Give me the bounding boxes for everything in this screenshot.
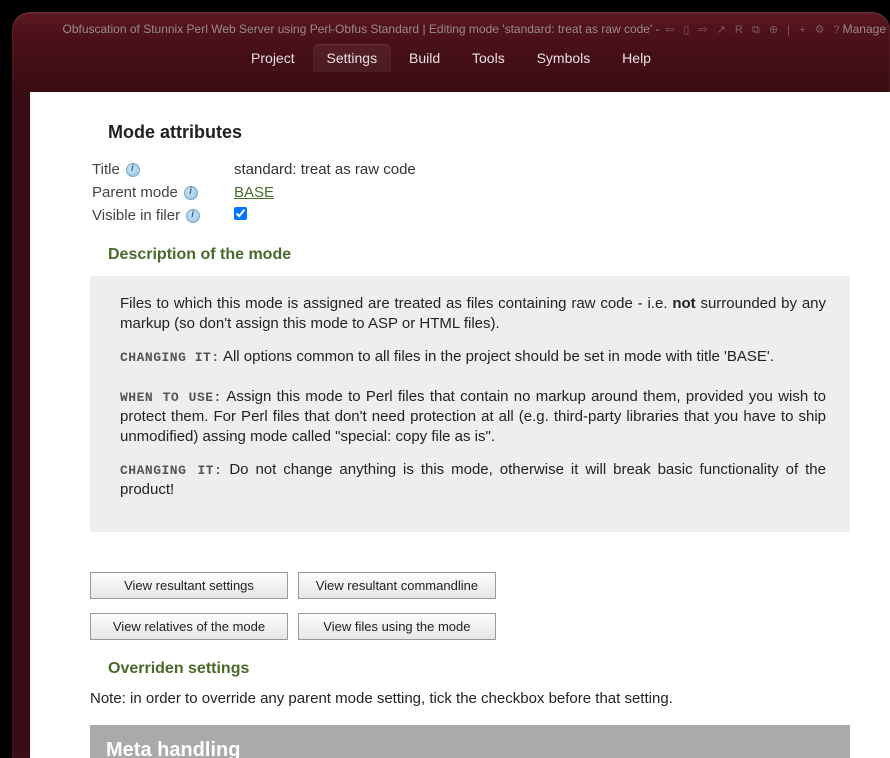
info-icon[interactable] [186, 209, 200, 223]
parent-mode-label: Parent mode [92, 184, 178, 201]
visible-in-filer-label: Visible in filer [92, 207, 180, 224]
nav-sep-icon: | [785, 24, 793, 36]
nav-back-icon[interactable]: ⇦ [663, 23, 677, 36]
view-files-using-mode-button[interactable]: View files using the mode [298, 613, 496, 640]
view-resultant-commandline-button[interactable]: View resultant commandline [298, 572, 496, 599]
menubar: Project Settings Build Tools Symbols Hel… [12, 40, 890, 80]
menu-build[interactable]: Build [395, 44, 454, 72]
view-relatives-button[interactable]: View relatives of the mode [90, 613, 288, 640]
attributes-table: Title standard: treat as raw code Parent… [90, 157, 424, 228]
nav-settings-icon[interactable]: ⚙ [813, 23, 828, 36]
parent-mode-link[interactable]: BASE [234, 184, 274, 201]
when-to-use-tag: WHEN TO USE: [120, 390, 222, 405]
description-paragraph-3: WHEN TO USE: Assign this mode to Perl fi… [120, 387, 826, 448]
action-buttons: View resultant settings View resultant c… [90, 572, 850, 640]
view-resultant-settings-button[interactable]: View resultant settings [90, 572, 288, 599]
mode-attributes-heading: Mode attributes [108, 122, 850, 143]
description-box: Files to which this mode is assigned are… [90, 276, 850, 532]
info-icon[interactable] [184, 186, 198, 200]
changing-it-tag: CHANGING IT: [120, 350, 220, 365]
menu-settings[interactable]: Settings [313, 44, 392, 72]
description-heading: Description of the mode [108, 246, 850, 264]
window-titlebar: Obfuscation of Stunnix Perl Web Server u… [12, 12, 890, 40]
content-area: Mode attributes Title standard: treat as… [30, 92, 890, 758]
window-title: Obfuscation of Stunnix Perl Web Server u… [62, 22, 659, 36]
description-paragraph-2: CHANGING IT: All options common to all f… [120, 347, 826, 367]
nav-popout-icon[interactable]: ↗ [715, 23, 729, 36]
description-paragraph-1: Files to which this mode is assigned are… [120, 294, 826, 335]
title-value: standard: treat as raw code [234, 159, 422, 180]
meta-handling-bar[interactable]: Meta handling [90, 725, 850, 758]
nav-add-icon[interactable]: ⊕ [767, 23, 781, 36]
nav-copy-icon[interactable]: ⧉ [750, 24, 763, 37]
description-paragraph-4: CHANGING IT: Do not change anything is t… [120, 460, 826, 501]
menu-tools[interactable]: Tools [458, 44, 519, 72]
info-icon[interactable] [126, 163, 140, 177]
menu-project[interactable]: Project [237, 44, 309, 72]
nav-plus-icon[interactable]: + [797, 24, 808, 36]
visible-in-filer-checkbox[interactable] [234, 207, 247, 220]
nav-forward-icon[interactable]: ⇨ [696, 23, 710, 36]
menu-symbols[interactable]: Symbols [523, 44, 605, 72]
title-label: Title [92, 161, 120, 178]
overridden-settings-heading: Overriden settings [108, 660, 850, 678]
nav-stop-icon[interactable]: ▯ [681, 23, 692, 36]
toolbar-suffix: Manage [843, 22, 886, 36]
nav-help-icon[interactable]: ? [832, 24, 843, 36]
toolbar-icons: ⇦ ▯ ⇨ ↗ R ⧉ ⊕ | + ⚙ ? [663, 23, 843, 37]
menu-help[interactable]: Help [608, 44, 665, 72]
nav-reload-icon[interactable]: R [733, 24, 746, 36]
changing-it-tag: CHANGING IT: [120, 463, 222, 478]
override-note: Note: in order to override any parent mo… [90, 690, 850, 707]
